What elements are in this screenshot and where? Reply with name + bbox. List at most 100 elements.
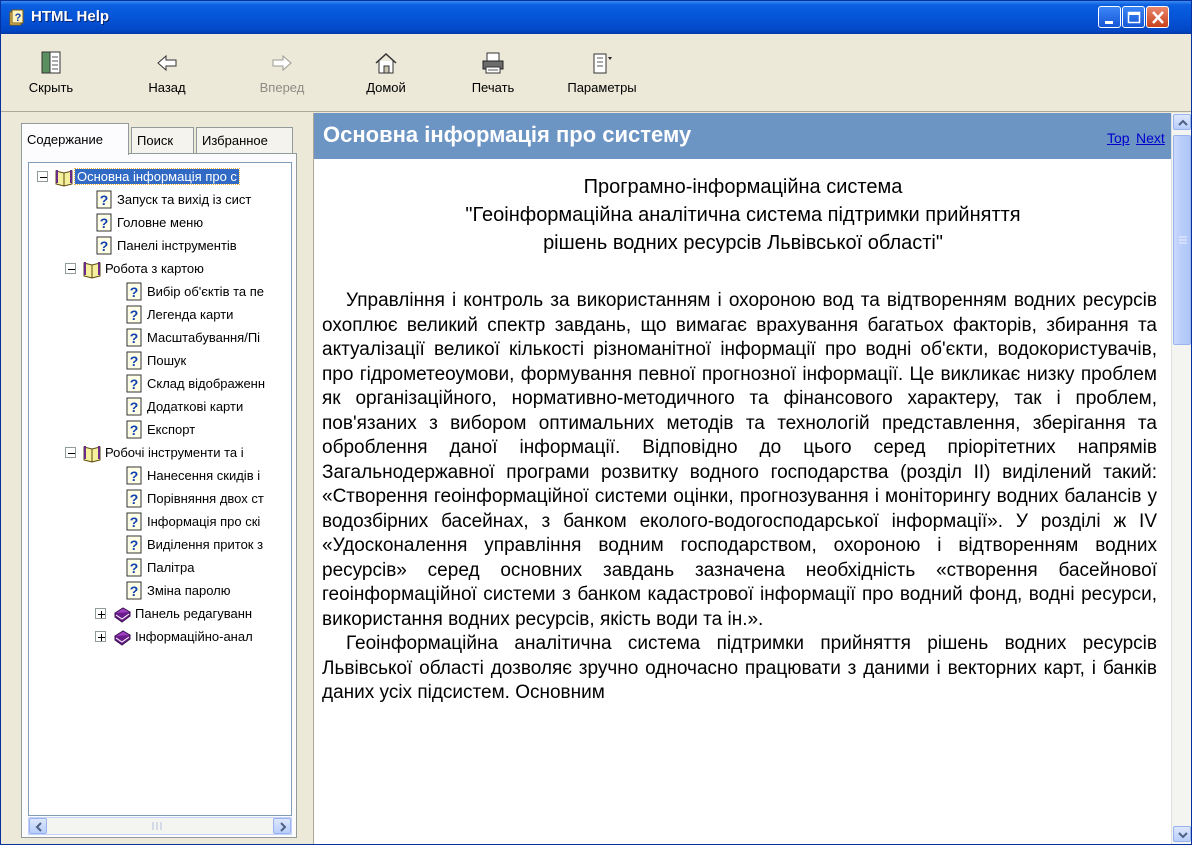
- tree-item-label: Виділення приток з: [147, 537, 264, 552]
- document-heading: Програмно-інформаційна система "Геоінфор…: [314, 173, 1171, 257]
- svg-text:?: ?: [130, 307, 139, 323]
- collapse-icon[interactable]: [65, 447, 76, 458]
- svg-text:?: ?: [100, 215, 109, 231]
- window-title: HTML Help: [31, 8, 110, 25]
- tab-contents[interactable]: Содержание: [21, 123, 129, 155]
- paragraph: Управління і контроль за використанням і…: [322, 290, 1157, 630]
- options-label: Параметры: [567, 80, 637, 95]
- help-page-icon: ?: [126, 282, 142, 301]
- help-page-icon: ?: [126, 489, 142, 508]
- title-bar[interactable]: ? HTML Help: [1, 1, 1191, 34]
- svg-text:?: ?: [130, 491, 139, 507]
- maximize-icon: [1127, 11, 1141, 24]
- tree-item-label: Вибір об'єктів та пе: [147, 284, 265, 299]
- help-page-icon: ?: [96, 236, 112, 255]
- page-title: Основна інформація про систему: [323, 122, 692, 147]
- open-book-icon: [83, 262, 101, 279]
- back-button[interactable]: Назад: [139, 34, 195, 112]
- content-pane: Основна інформація про систему Top Next …: [313, 113, 1171, 844]
- grip-icon: [152, 822, 162, 830]
- tree-item-label: Зміна паролю: [147, 583, 231, 598]
- svg-text:?: ?: [15, 12, 22, 24]
- help-page-icon: ?: [126, 328, 142, 347]
- pane-splitter[interactable]: [301, 113, 313, 844]
- hide-button[interactable]: Скрыть: [23, 34, 79, 112]
- tree-item-label: Легенда карти: [147, 307, 234, 322]
- toolbar: Скрыть Назад Вперед Домой Печать Парамет…: [1, 34, 1191, 112]
- svg-text:?: ?: [130, 537, 139, 553]
- close-button[interactable]: [1146, 6, 1169, 28]
- tree-item-label: Запуск та вихід із сист: [117, 192, 252, 207]
- tree-item-label: Робочі інструменти та і: [105, 445, 244, 460]
- scroll-thumb[interactable]: [1173, 135, 1191, 345]
- tree-item-label: Робота з картою: [105, 261, 204, 276]
- content-header: Основна інформація про систему Top Next: [314, 113, 1171, 159]
- expand-icon[interactable]: [95, 631, 106, 642]
- paragraph: Геоінформаційна аналітична система підтр…: [322, 633, 1157, 703]
- tree-item-label: Основна інформація про с: [74, 168, 240, 185]
- chevron-right-icon: [280, 822, 287, 832]
- heading-line-2: "Геоінформаційна аналітична система підт…: [465, 204, 1021, 226]
- home-icon: [375, 52, 397, 74]
- tab-search-label: Поиск: [137, 133, 174, 148]
- tree-item-label: Інформація про скі: [147, 514, 261, 529]
- svg-text:?: ?: [130, 399, 139, 415]
- home-label: Домой: [366, 80, 406, 95]
- expand-icon[interactable]: [95, 608, 106, 619]
- tree-item-label: Нанесення скидів і: [147, 468, 261, 483]
- chevron-down-icon: [1178, 832, 1188, 839]
- help-page-icon: ?: [96, 190, 112, 209]
- tab-favorites[interactable]: Избранное: [196, 127, 293, 153]
- horizontal-scrollbar[interactable]: [28, 817, 292, 835]
- forward-arrow-icon: [272, 54, 292, 72]
- tree-item-label: Експорт: [147, 422, 196, 437]
- vertical-scrollbar[interactable]: [1171, 113, 1191, 844]
- help-page-icon: ?: [126, 535, 142, 554]
- navigation-pane: Содержание Поиск Избранное Основна інфор…: [1, 113, 301, 844]
- svg-text:?: ?: [130, 376, 139, 392]
- maximize-button[interactable]: [1122, 6, 1145, 28]
- scroll-left-button[interactable]: [29, 818, 47, 834]
- heading-line-3: рішень водних ресурсів Львівської област…: [543, 232, 943, 254]
- open-book-icon: [83, 446, 101, 463]
- top-link[interactable]: Top: [1107, 130, 1130, 146]
- hide-label: Скрыть: [28, 80, 74, 95]
- forward-label: Вперед: [259, 80, 305, 95]
- help-book-icon: ?: [9, 9, 24, 26]
- svg-text:?: ?: [130, 468, 139, 484]
- scroll-up-button[interactable]: [1173, 114, 1191, 130]
- home-button[interactable]: Домой: [358, 34, 414, 112]
- svg-text:?: ?: [130, 514, 139, 530]
- scroll-down-button[interactable]: [1173, 826, 1191, 842]
- contents-tree[interactable]: Основна інформація про с? Запуск та вихід…: [28, 162, 292, 816]
- svg-text:?: ?: [100, 192, 109, 208]
- collapse-icon[interactable]: [37, 171, 48, 182]
- next-link[interactable]: Next: [1136, 130, 1165, 146]
- tab-contents-label: Содержание: [27, 132, 103, 147]
- scroll-track[interactable]: [49, 819, 267, 833]
- chevron-left-icon: [35, 822, 42, 832]
- grip-icon: [1179, 236, 1187, 244]
- svg-text:?: ?: [130, 422, 139, 438]
- minimize-button[interactable]: [1098, 6, 1121, 28]
- help-page-icon: ?: [126, 351, 142, 370]
- help-page-icon: ?: [126, 558, 142, 577]
- print-button[interactable]: Печать: [463, 34, 523, 112]
- tree-item-label: Інформаційно-анал: [135, 629, 253, 644]
- svg-text:?: ?: [130, 560, 139, 576]
- forward-button[interactable]: Вперед: [251, 34, 313, 112]
- print-label: Печать: [471, 80, 515, 95]
- tab-search[interactable]: Поиск: [131, 127, 194, 153]
- collapse-icon[interactable]: [65, 263, 76, 274]
- options-button[interactable]: Параметры: [558, 34, 646, 112]
- help-page-icon: ?: [126, 305, 142, 324]
- svg-text:?: ?: [130, 583, 139, 599]
- tree-item-label: Порівняння двох ст: [147, 491, 264, 506]
- closed-book-icon: [114, 630, 131, 646]
- help-page-icon: ?: [126, 466, 142, 485]
- back-arrow-icon: [157, 54, 177, 72]
- scroll-right-button[interactable]: [273, 818, 291, 834]
- tree-item-label: Палітра: [147, 560, 195, 575]
- svg-text:?: ?: [130, 353, 139, 369]
- contents-panel: Основна інформація про с? Запуск та вихід…: [21, 153, 297, 838]
